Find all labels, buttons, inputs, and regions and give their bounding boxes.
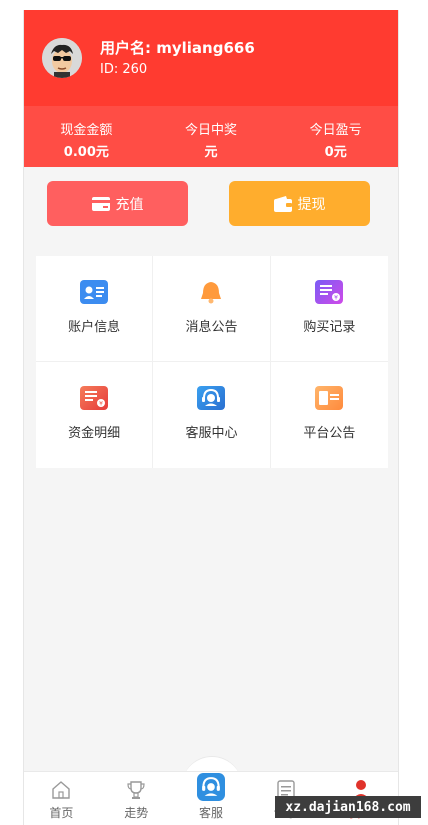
withdraw-button[interactable]: 提现 [229, 181, 370, 226]
menu-label: 客服中心 [185, 426, 238, 441]
menu-label: 购买记录 [303, 320, 356, 335]
menu-customer-service[interactable]: 客服中心 [153, 362, 271, 468]
watermark-banner: xz.dajian168.com [275, 796, 421, 818]
stat-label: 今日盈亏 [309, 123, 362, 138]
user-id: ID: 260 [100, 62, 148, 77]
profile-header: 用户名: myliang666 ID: 260 [24, 10, 398, 106]
tab-label: 走势 [124, 806, 149, 820]
menu-platform-notices[interactable]: 平台公告 [271, 362, 388, 468]
customer-service-icon [197, 386, 226, 410]
stat-today-win: 今日中奖 元 [149, 106, 274, 167]
menu-notices[interactable]: 消息公告 [153, 256, 271, 362]
tab-label: 客服 [198, 806, 223, 820]
stat-label: 今日中奖 [185, 123, 238, 138]
id-card-icon [80, 280, 109, 304]
menu-fund-details[interactable]: ¥ 资金明细 [36, 362, 154, 468]
tab-home[interactable]: 首页 [24, 772, 99, 825]
menu-label: 资金明细 [68, 426, 121, 441]
recharge-label: 充值 [115, 196, 144, 213]
username: 用户名: myliang666 [100, 39, 255, 57]
menu-account-info[interactable]: 账户信息 [36, 256, 154, 362]
platform-notice-icon [315, 386, 344, 410]
tab-trend[interactable]: 走势 [99, 772, 174, 825]
stat-label: 现金金额 [60, 123, 113, 138]
home-icon [52, 781, 71, 799]
stat-today-profit: 今日盈亏 0元 [273, 106, 398, 167]
menu-label: 消息公告 [185, 320, 238, 335]
wallet-icon [273, 195, 292, 212]
tab-label: 首页 [49, 806, 74, 820]
stat-value: 0元 [324, 145, 347, 160]
bell-icon [197, 280, 225, 304]
menu-label: 账户信息 [68, 320, 121, 335]
avatar-face-icon [42, 38, 82, 78]
stat-value: 元 [204, 145, 218, 160]
user-avatar[interactable] [42, 38, 82, 78]
svg-text:¥: ¥ [99, 401, 103, 408]
svg-text:¥: ¥ [334, 295, 338, 302]
fund-detail-icon: ¥ [80, 386, 109, 410]
stat-value: 0.00元 [63, 145, 109, 160]
purchase-record-icon: ¥ [315, 280, 344, 304]
tab-customer-service[interactable]: 客服 [174, 772, 249, 825]
headset-icon [196, 773, 225, 801]
withdraw-label: 提现 [297, 196, 326, 213]
stat-cash: 现金金额 0.00元 [24, 106, 149, 167]
trophy-icon [127, 781, 145, 799]
recharge-button[interactable]: 充值 [47, 181, 188, 226]
menu-grid: 账户信息 消息公告 ¥ 购买记录 ¥ 资金明细 客服中心 平台公告 [36, 256, 388, 468]
menu-label: 平台公告 [303, 426, 356, 441]
menu-purchase-records[interactable]: ¥ 购买记录 [270, 256, 388, 362]
card-icon [91, 196, 110, 211]
phone-frame: 用户名: myliang666 ID: 260 现金金额 0.00元 今日中奖 … [23, 10, 399, 825]
stats-bar: 现金金额 0.00元 今日中奖 元 今日盈亏 0元 [24, 106, 398, 167]
